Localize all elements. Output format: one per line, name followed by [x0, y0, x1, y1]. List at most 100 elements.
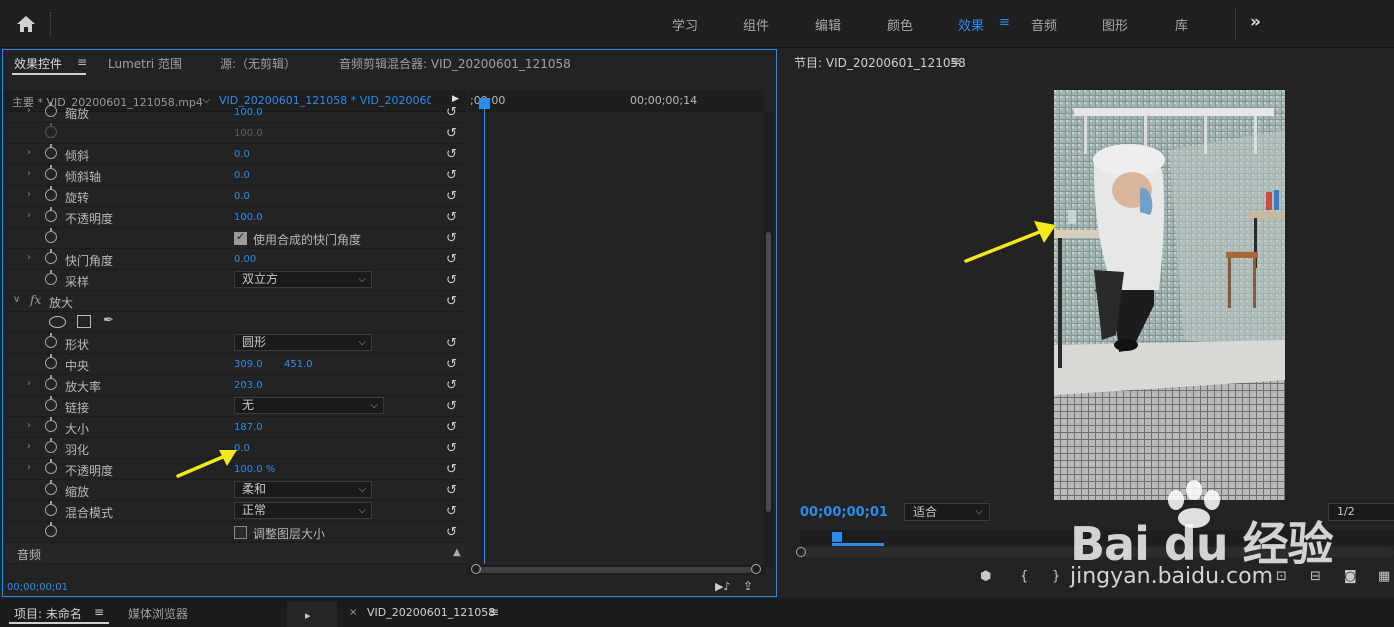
stopwatch-icon[interactable] [45, 417, 57, 432]
stopwatch-icon[interactable] [45, 249, 57, 264]
mark-out-icon[interactable]: } [1052, 569, 1060, 584]
property-dropdown[interactable]: 无 ⌵ [234, 397, 384, 414]
twirl-chevron-icon[interactable]: › [27, 189, 31, 200]
reset-icon[interactable]: ↺ [446, 378, 457, 393]
panel-menu-icon[interactable]: ≡ [950, 54, 960, 68]
property-value[interactable]: 100.0 [234, 212, 263, 223]
program-timecode[interactable]: 00;00;00;01 [800, 505, 888, 520]
twirl-chevron-icon[interactable]: › [27, 420, 31, 431]
property-value[interactable]: 203.0 [234, 380, 263, 391]
stopwatch-icon[interactable] [45, 228, 57, 243]
property-value[interactable]: 100.0 [234, 107, 263, 118]
panel-tab[interactable]: Lumetri 范围 [108, 55, 182, 72]
workspace-tab[interactable]: 编辑 [815, 15, 841, 34]
stopwatch-icon[interactable] [45, 123, 57, 138]
fx-badge-icon[interactable]: fx [30, 293, 41, 307]
reset-icon[interactable]: ↺ [446, 252, 457, 267]
export-frame-icon[interactable]: ⇪ [743, 579, 753, 593]
reset-icon[interactable]: ↺ [446, 147, 457, 162]
property-dropdown[interactable]: 圆形 ⌵ [234, 334, 372, 351]
reset-icon[interactable]: ↺ [446, 336, 457, 351]
program-monitor-title[interactable]: 节目: VID_20200601_121058 [794, 54, 966, 71]
workspace-tab[interactable]: 颜色 [887, 15, 913, 34]
zoom-handle-left[interactable] [796, 547, 806, 557]
checkbox[interactable] [234, 230, 247, 245]
video-frame[interactable] [1054, 90, 1285, 500]
close-tab-icon[interactable]: × [349, 607, 357, 618]
panel-tab[interactable]: 效果控件 [14, 55, 62, 72]
stopwatch-icon[interactable] [45, 102, 57, 117]
property-value[interactable]: 0.0 [234, 149, 250, 160]
stopwatch-icon[interactable] [45, 501, 57, 516]
workspace-tab[interactable]: 学习 [672, 15, 698, 34]
add-marker-icon[interactable]: ⬢ [980, 569, 991, 584]
stopwatch-icon[interactable] [45, 144, 57, 159]
current-timecode[interactable]: 00;00;00;01 [7, 582, 68, 593]
reset-icon[interactable]: ↺ [446, 126, 457, 141]
stopwatch-icon[interactable] [45, 438, 57, 453]
workspace-tab[interactable]: 组件 [743, 15, 769, 34]
stopwatch-icon[interactable] [45, 522, 57, 537]
twirl-chevron-icon[interactable]: › [27, 168, 31, 179]
stopwatch-icon[interactable] [45, 186, 57, 201]
audio-scrub-icon[interactable]: ▶♪ [715, 580, 730, 593]
property-value[interactable]: 0.00 [234, 254, 256, 265]
property-dropdown[interactable]: 柔和 ⌵ [234, 481, 372, 498]
scrollbar-thumb[interactable] [766, 232, 771, 512]
twirl-chevron-icon[interactable]: › [27, 210, 31, 221]
stopwatch-icon[interactable] [45, 480, 57, 495]
property-value[interactable]: 309.0 [234, 359, 263, 370]
reset-icon[interactable]: ↺ [446, 210, 457, 225]
lift-icon[interactable]: ⊡ [1276, 569, 1287, 584]
horizontal-scrollbar[interactable] [468, 565, 764, 575]
effect-name[interactable]: 放大 [49, 294, 73, 311]
zoom-fit-dropdown[interactable]: 适合 ⌵ [904, 503, 990, 521]
workspace-tab[interactable]: 库 [1175, 15, 1188, 34]
reset-icon[interactable]: ↺ [446, 273, 457, 288]
property-value[interactable]: 100.0 [234, 128, 263, 139]
reset-icon[interactable]: ↺ [446, 441, 457, 456]
stopwatch-icon[interactable] [45, 207, 57, 222]
ellipse-mask-icon[interactable] [49, 316, 66, 328]
reset-icon[interactable]: ↺ [446, 294, 457, 309]
camera-icon[interactable]: ◙ [1344, 569, 1357, 584]
property-value[interactable]: 187.0 [234, 422, 263, 433]
twirl-chevron-icon[interactable]: › [27, 462, 31, 473]
mini-timeline-ruler[interactable]: ;00;00 00;00;00;14 [468, 90, 764, 112]
property-value-y[interactable]: 451.0 [284, 359, 313, 370]
rectangle-mask-icon[interactable] [77, 315, 91, 328]
workspace-tab[interactable]: 音频 [1031, 15, 1057, 34]
reset-icon[interactable]: ↺ [446, 399, 457, 414]
reset-icon[interactable]: ↺ [446, 462, 457, 477]
stopwatch-icon[interactable] [45, 396, 57, 411]
twirl-chevron-icon[interactable]: › [27, 441, 31, 452]
vertical-scrollbar[interactable] [764, 112, 773, 567]
stopwatch-icon[interactable] [45, 270, 57, 285]
tab-sequence[interactable]: VID_20200601_121058 [367, 606, 495, 619]
workspace-menu-icon[interactable]: ≡ [999, 15, 1010, 30]
reset-icon[interactable]: ↺ [446, 168, 457, 183]
reset-icon[interactable]: ↺ [446, 357, 457, 372]
selection-tool-icon[interactable]: ▸ [305, 609, 311, 622]
panel-menu-icon[interactable]: ≡ [489, 605, 499, 619]
extract-icon[interactable]: ⊟ [1310, 569, 1321, 584]
reset-icon[interactable]: ↺ [446, 231, 457, 246]
property-dropdown[interactable]: 正常 ⌵ [234, 502, 372, 519]
pen-mask-icon[interactable]: ✒ [103, 313, 114, 328]
program-playhead[interactable] [832, 532, 842, 542]
section-header[interactable]: 音频 [17, 546, 41, 563]
property-value[interactable]: 0.0 [234, 191, 250, 202]
workspace-tab[interactable]: 图形 [1102, 15, 1128, 34]
property-dropdown[interactable]: 双立方 ⌵ [234, 271, 372, 288]
stopwatch-icon[interactable] [45, 165, 57, 180]
workspace-tab[interactable]: 效果 [958, 15, 984, 34]
property-value[interactable]: 0.0 [234, 170, 250, 181]
panel-grip[interactable] [50, 12, 52, 36]
tab-project[interactable]: 项目: 未命名 [14, 605, 82, 622]
reset-icon[interactable]: ↺ [446, 105, 457, 120]
zoom-scroll-track[interactable] [802, 547, 1394, 557]
twirl-chevron-icon[interactable]: › [27, 378, 31, 389]
zoom-handle-left[interactable] [471, 564, 481, 574]
collapse-up-icon[interactable]: ▲ [453, 547, 461, 558]
home-icon[interactable] [14, 12, 38, 36]
